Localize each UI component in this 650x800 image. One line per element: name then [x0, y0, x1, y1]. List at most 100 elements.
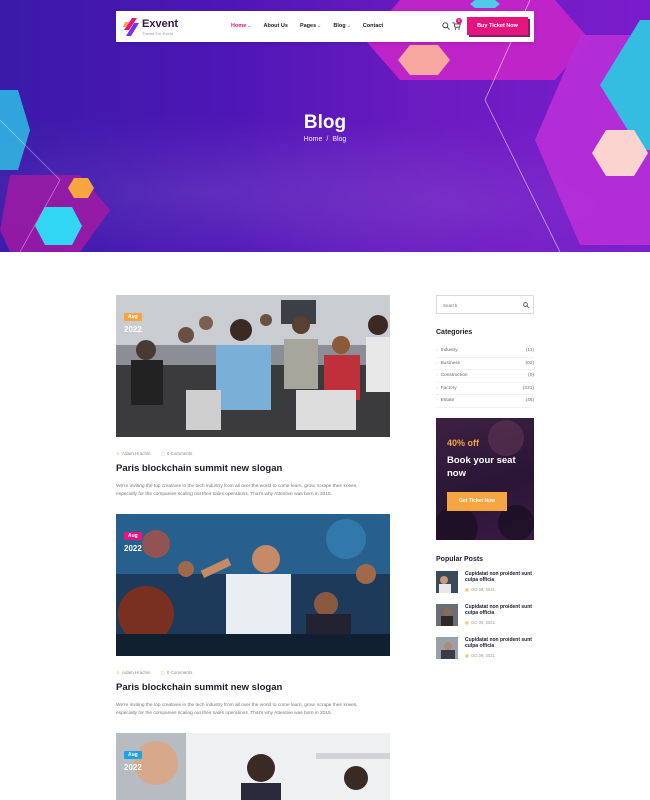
chevron-right-icon: › — [436, 348, 438, 354]
get-ticket-button[interactable]: Get Ticket Now — [447, 492, 507, 511]
nav-item-label: Home — [231, 23, 247, 29]
chevron-down-icon: ⌄ — [346, 23, 351, 29]
popular-post-title[interactable]: Cupidatat non proident sunt culpa offici… — [465, 637, 533, 650]
popular-post-thumbnail[interactable] — [436, 637, 458, 659]
logo-icon[interactable] — [123, 18, 139, 36]
post-year: 2022 — [124, 325, 142, 334]
user-icon: ♙ — [116, 670, 121, 675]
concert-crowd-photo — [116, 514, 390, 656]
logo-tagline: Theme For Event — [142, 31, 173, 36]
nav-item-pages[interactable]: Pages⌄ — [300, 23, 321, 29]
calendar-icon: ▦ — [465, 587, 469, 592]
category-item[interactable]: › Construction (0) — [436, 370, 534, 383]
comments-count: 0 Comments — [166, 670, 193, 675]
comment-icon: ▢ — [160, 451, 165, 456]
post-year: 2022 — [124, 763, 142, 772]
category-name: Factory — [440, 385, 457, 391]
breadcrumb-current: Blog — [332, 136, 347, 143]
category-item[interactable]: › Factory (231) — [436, 383, 534, 395]
popular-post-title[interactable]: Cupidatat non proident sunt culpa offici… — [465, 604, 533, 617]
search-icon[interactable] — [523, 302, 529, 308]
popular-post-date-text: Oct 09, 2021 — [470, 587, 495, 592]
post-meta: ♙ Adam Hrachin ▢ 0 Comments — [116, 451, 192, 457]
blog-post-card: Aug 2022 — [116, 733, 390, 800]
logo-name[interactable]: Exvent — [142, 18, 178, 30]
author-name: Adam Hrachin — [122, 670, 151, 675]
category-item[interactable]: › Industry (11) — [436, 345, 534, 358]
breadcrumb-separator: / — [326, 136, 329, 143]
chevron-down-icon: ⌄ — [247, 23, 252, 29]
category-item[interactable]: › Estate (45) — [436, 395, 534, 408]
popular-post-thumbnail[interactable] — [436, 604, 458, 626]
site-header: Exvent Theme For Event Home⌄ About Us Pa… — [116, 11, 534, 42]
popular-post-date-text: Oct 09, 2021 — [470, 653, 495, 658]
popular-post-date: ▦ Oct 09, 2021 — [465, 620, 495, 625]
popular-post-item[interactable]: Cupidatat non proident sunt culpa offici… — [436, 637, 534, 670]
popular-post-date: ▦ Oct 09, 2021 — [465, 653, 495, 658]
main-nav: Home⌄ About Us Pages⌄ Blog⌄ Contact — [231, 23, 383, 29]
nav-item-about[interactable]: About Us — [263, 23, 287, 29]
post-title[interactable]: Paris blockchain summit new slogan — [116, 682, 282, 693]
post-month: Aug — [124, 313, 142, 321]
comment-icon: ▢ — [160, 670, 165, 675]
cart-count-badge: 0 — [456, 18, 462, 24]
post-image[interactable]: Aug 2022 — [116, 295, 390, 437]
category-count: (11) — [525, 348, 534, 354]
post-comments[interactable]: ▢ 0 Comments — [161, 451, 193, 457]
nav-item-home[interactable]: Home⌄ — [231, 23, 251, 29]
buy-ticket-button[interactable]: Buy Ticket Now — [467, 17, 528, 35]
post-excerpt: We're inviting the top creatives in the … — [116, 703, 358, 716]
calendar-icon: ▦ — [465, 620, 469, 625]
category-name: Construction — [440, 373, 468, 379]
post-month: Aug — [124, 532, 142, 540]
search-icon[interactable] — [442, 22, 450, 30]
post-image[interactable]: Aug 2022 — [116, 514, 390, 656]
comments-count: 0 Comments — [166, 451, 193, 456]
nav-item-label: Contact — [362, 23, 384, 29]
category-count: (231) — [522, 385, 534, 391]
meeting-photo — [116, 733, 390, 800]
chevron-right-icon: › — [436, 385, 438, 391]
category-name: Estate — [440, 398, 455, 404]
chevron-down-icon: ⌄ — [317, 23, 322, 29]
post-month: Aug — [124, 751, 142, 759]
popular-post-item[interactable]: Cupidatat non proident sunt culpa offici… — [436, 604, 534, 637]
post-title[interactable]: Paris blockchain summit new slogan — [116, 463, 282, 474]
search-input[interactable] — [443, 300, 513, 310]
category-count: (02) — [525, 360, 534, 366]
post-meta: ♙ Adam Hrachin ▢ 0 Comments — [116, 670, 192, 676]
chevron-right-icon: › — [436, 398, 438, 404]
category-list: › Industry (11) › Business (02) › Constructio… — [436, 345, 534, 408]
breadcrumb-home[interactable]: Home — [304, 136, 323, 143]
chevron-right-icon: › — [436, 373, 438, 379]
category-name: Industry — [440, 348, 458, 354]
category-item[interactable]: › Business (02) — [436, 358, 534, 370]
page-title: Blog — [303, 112, 347, 133]
nav-item-contact[interactable]: Contact — [363, 23, 383, 29]
popular-post-date: ▦ Oct 09, 2021 — [465, 587, 495, 592]
post-author[interactable]: ♙ Adam Hrachin — [116, 451, 151, 457]
popular-post-date-text: Oct 09, 2021 — [470, 620, 495, 625]
category-name: Business — [440, 360, 461, 366]
popular-posts-heading: Popular Posts — [436, 556, 484, 563]
author-name: Adam Hrachin — [122, 451, 151, 456]
conference-audience-photo — [116, 295, 390, 437]
post-year: 2022 — [124, 544, 142, 553]
post-image[interactable]: Aug 2022 — [116, 733, 390, 800]
popular-post-title[interactable]: Cupidatat non proident sunt culpa offici… — [465, 571, 533, 584]
category-count: (45) — [525, 398, 534, 404]
post-excerpt: We're inviting the top creatives in the … — [116, 484, 358, 497]
promo-headline: Book your seat now — [447, 455, 516, 479]
nav-item-label: Pages — [299, 23, 317, 29]
chevron-right-icon: › — [436, 360, 438, 366]
post-author[interactable]: ♙ Adam Hrachin — [116, 670, 151, 676]
post-comments[interactable]: ▢ 0 Comments — [161, 670, 193, 676]
promo-banner: 40% off Book your seat now Get Ticket No… — [436, 418, 534, 540]
nav-item-blog[interactable]: Blog⌄ — [333, 23, 350, 29]
popular-post-item[interactable]: Cupidatat non proident sunt culpa offici… — [436, 571, 534, 604]
user-icon: ♙ — [116, 451, 121, 456]
post-date-badge: Aug 2022 — [124, 743, 142, 772]
popular-post-thumbnail[interactable] — [436, 571, 458, 593]
post-date-badge: Aug 2022 — [124, 524, 142, 553]
promo-discount: 40% off — [447, 438, 480, 448]
